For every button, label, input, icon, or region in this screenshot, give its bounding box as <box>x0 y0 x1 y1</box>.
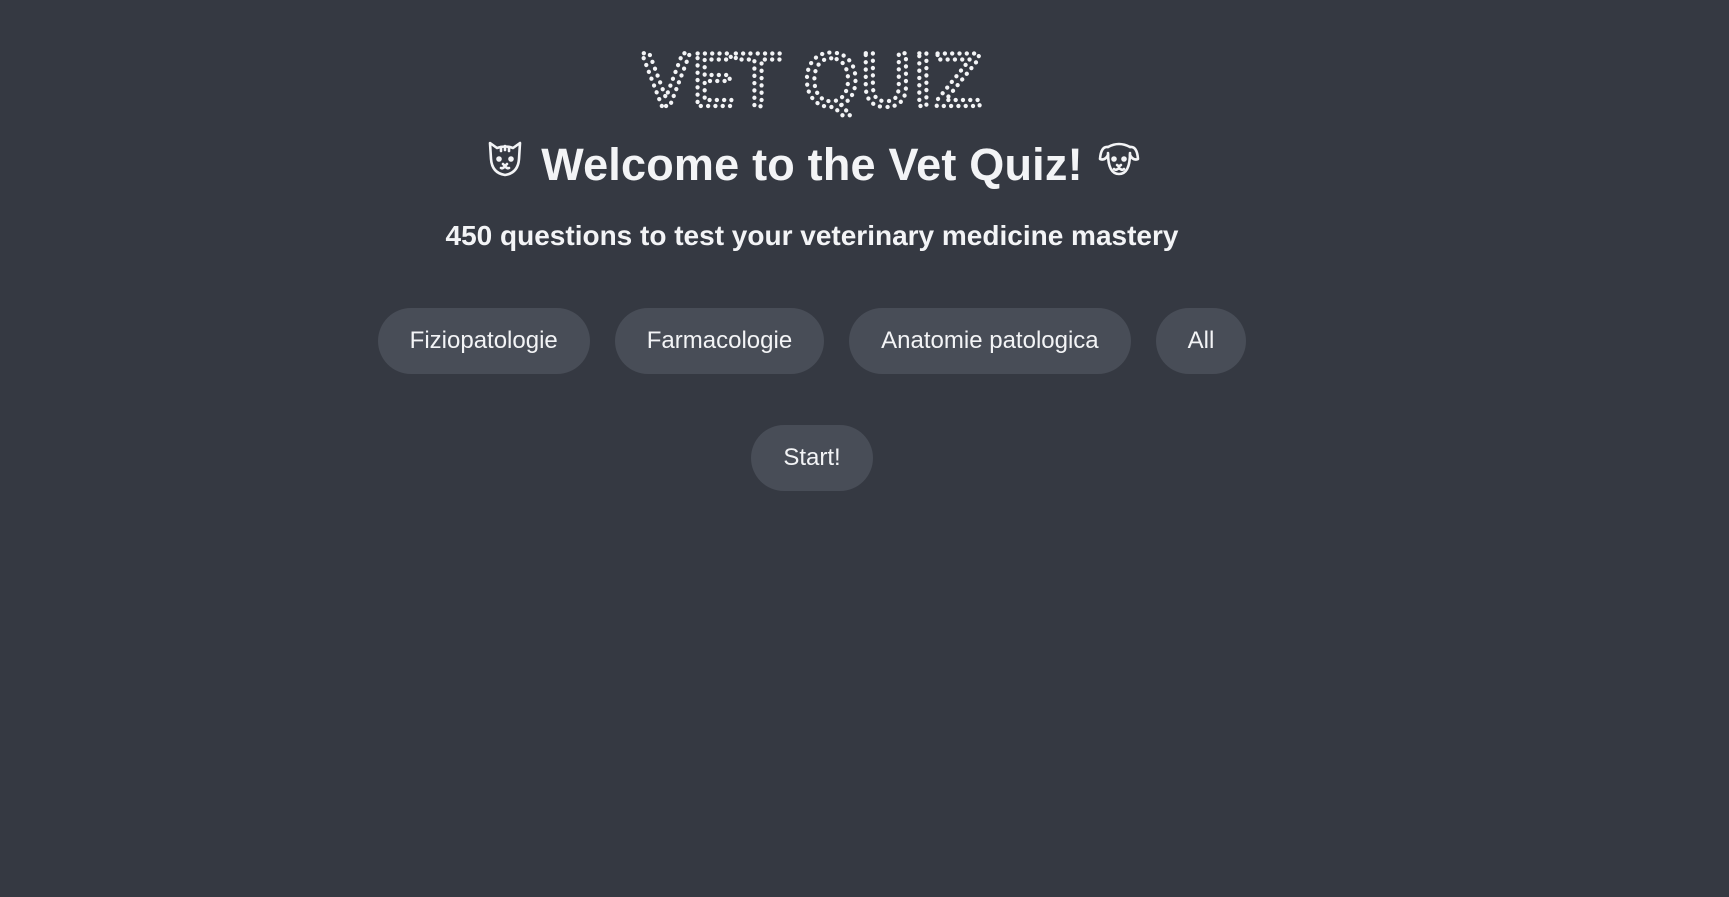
subtitle: 450 questions to test your veterinary me… <box>445 220 1179 251</box>
category-anatomie-patologica-button[interactable]: Anatomie patologica <box>849 308 1131 374</box>
category-all-button[interactable]: All <box>1155 308 1247 374</box>
welcome-header: Welcome to the Vet Quiz! <box>0 134 1624 196</box>
cat-icon <box>483 137 527 181</box>
category-fiziopatologie-button[interactable]: Fiziopatologie <box>377 308 590 374</box>
dog-icon <box>1097 137 1141 181</box>
welcome-title: Welcome to the Vet Quiz! <box>541 139 1083 190</box>
category-farmacologie-button[interactable]: Farmacologie <box>614 308 825 374</box>
start-container: Start! <box>0 425 1624 491</box>
category-selector: Fiziopatologie Farmacologie Anatomie pat… <box>0 308 1624 374</box>
dotted-logo: VET QUIZ <box>639 38 985 118</box>
quiz-welcome-page: VET QUIZ Welcome to the Vet Quiz! 450 qu… <box>0 0 1729 897</box>
vet-quiz-logo: VET QUIZ <box>0 38 1624 118</box>
start-button[interactable]: Start! <box>751 425 873 491</box>
logo-text: VET QUIZ <box>641 39 983 118</box>
